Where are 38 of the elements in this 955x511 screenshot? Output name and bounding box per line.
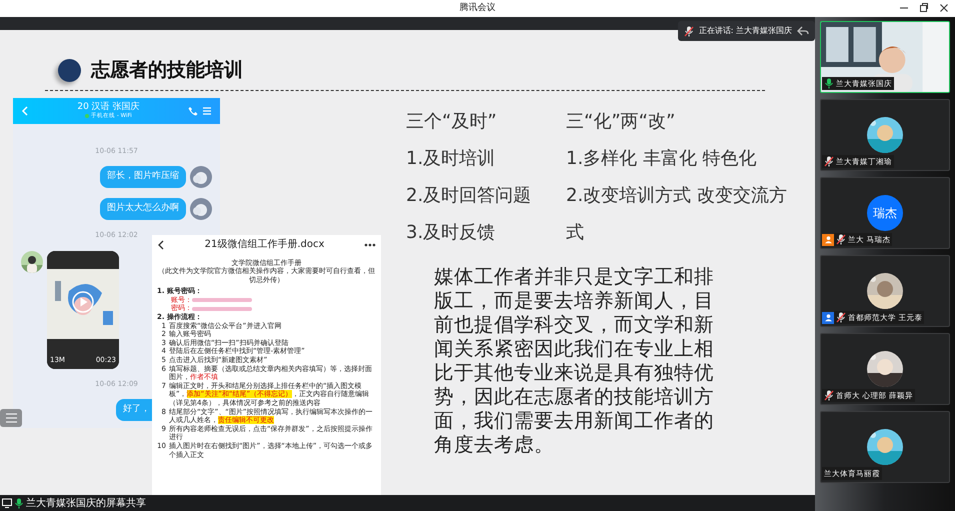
column-heading: 三个“及时”	[406, 110, 498, 134]
muted-microphone-icon	[836, 312, 846, 323]
list-item: 1.及时培训	[406, 146, 496, 170]
return-icon[interactable]	[797, 26, 809, 36]
close-icon[interactable]	[939, 2, 949, 14]
screen-share-icon	[2, 498, 12, 508]
window-title: 腾讯会议	[460, 2, 496, 15]
muted-microphone-icon	[824, 390, 834, 401]
muted-microphone-icon	[684, 26, 694, 36]
muted-microphone-icon	[836, 234, 846, 245]
column-heading: 三“化”两“改”	[566, 110, 676, 134]
muted-microphone-icon	[824, 156, 834, 167]
contact-name: 20 汉语 张国庆	[77, 102, 140, 112]
list-icon[interactable]	[0, 408, 22, 426]
list-item: 2.及时回答问题	[406, 184, 532, 208]
list-item: 1.多样化 丰富化 特色化	[566, 146, 758, 170]
menu-icon[interactable]	[202, 106, 212, 116]
message-bubble: 部长，图片咋压缩	[100, 166, 186, 188]
more-icon[interactable]	[364, 242, 376, 246]
message-bubble: 好了，	[116, 399, 153, 420]
avatar: 瑞杰	[867, 195, 903, 231]
screen-share-label: 兰大青媒张国庆的屏幕共享	[26, 496, 146, 510]
microphone-icon	[14, 498, 24, 508]
list-item: 2.改变培训方式 改变交流方式	[566, 184, 788, 244]
blurred-text	[192, 298, 252, 302]
blurred-text	[192, 306, 252, 311]
speaking-indicator: 正在讲话: 兰大青媒张国庆	[698, 25, 792, 37]
list-item: 3.及时反馈	[406, 220, 496, 244]
document-name: 21级微信组工作手册.docx	[204, 238, 326, 252]
back-icon[interactable]	[157, 240, 165, 250]
play-icon[interactable]	[72, 290, 94, 312]
slide-title: 志愿者的技能培训	[91, 58, 243, 83]
restore-icon[interactable]	[919, 2, 929, 14]
microphone-icon	[824, 78, 834, 89]
phone-icon[interactable]	[188, 106, 198, 116]
message-bubble: 图片太大怎么办啊	[100, 198, 186, 220]
title-bullet	[58, 58, 81, 82]
slide-paragraph: 媒体工作者并非只是文字工和排版工，而是要去培养新闻人，目前也提倡学科交叉，而文学和新闻关系紧密因此我们在专业上相比于其他专业来说是具有独特优势，因此在志愿者的技能培训方面，我们需要去用新闻工作者的角度去考虑。	[434, 264, 715, 456]
